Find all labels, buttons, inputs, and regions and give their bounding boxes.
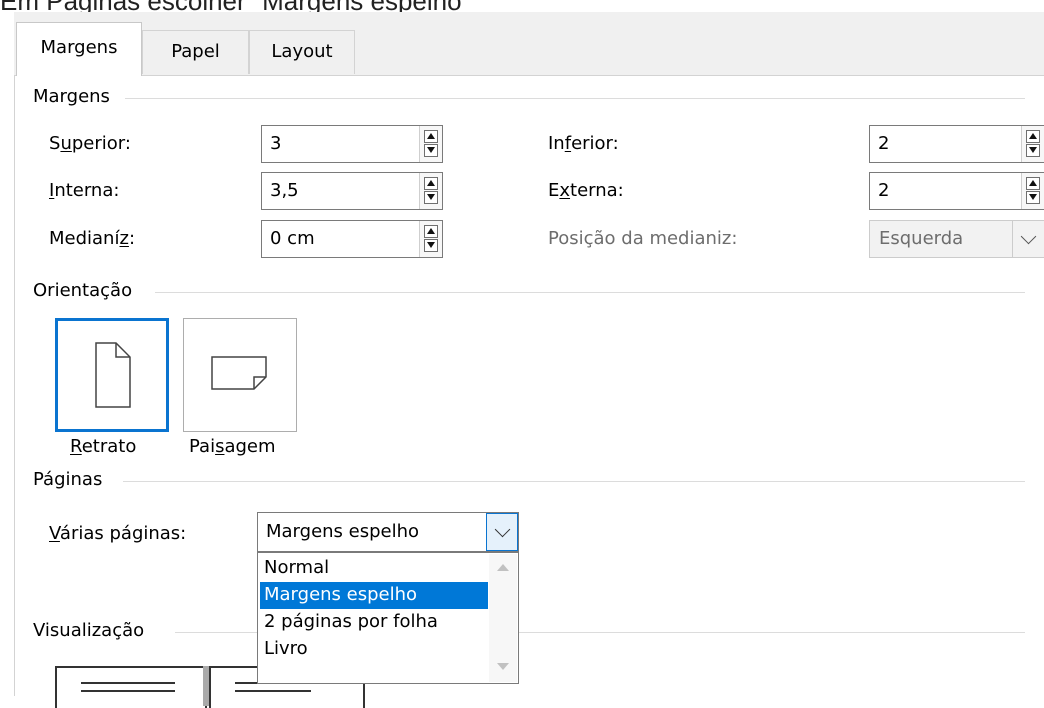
inferior-spin-buttons[interactable] [1021, 126, 1044, 162]
posicao-medianiz-label: Posição da medianiz: [548, 228, 738, 249]
externa-spin-buttons[interactable] [1021, 173, 1044, 209]
spin-up-icon[interactable] [1026, 177, 1040, 190]
option-2-paginas-por-folha[interactable]: 2 páginas por folha [260, 609, 488, 636]
preview-left-page [55, 666, 207, 708]
externa-value[interactable]: 2 [878, 180, 889, 201]
multiple-pages-selected[interactable]: Margens espelho [266, 521, 419, 542]
group-divider [125, 98, 1025, 99]
portrait-label: Retrato [70, 436, 137, 457]
list-scrollbar[interactable] [489, 554, 517, 682]
inferior-spinner[interactable]: 2 [869, 125, 1044, 163]
preview-group-title: Visualização [33, 620, 157, 641]
externa-spinner[interactable]: 2 [869, 172, 1044, 210]
scroll-down-icon[interactable] [497, 663, 509, 670]
interna-label: Interna: [49, 180, 120, 201]
pages-group-title: Páginas [33, 469, 115, 490]
superior-spin-buttons[interactable] [419, 126, 442, 162]
medianiz-spinner[interactable]: 0 cm [261, 220, 443, 258]
interna-spinner[interactable]: 3,5 [261, 172, 443, 210]
superior-spinner[interactable]: 3 [261, 125, 443, 163]
orientation-group-title: Orientação [33, 280, 145, 301]
spin-down-icon[interactable] [424, 239, 438, 252]
group-divider [155, 292, 1025, 293]
margins-panel: Margens Superior: 3 Inferior: 2 Interna:… [14, 75, 1044, 708]
tab-bar: Margens Papel Layout [14, 22, 1044, 76]
superior-label: Superior: [49, 133, 131, 154]
option-margens-espelho[interactable]: Margens espelho [260, 582, 488, 609]
spin-up-icon[interactable] [424, 225, 438, 238]
multiple-pages-dropdown[interactable]: Margens espelho [257, 512, 519, 552]
medianiz-label: Medianíz: [49, 228, 136, 249]
externa-label: Externa: [548, 180, 624, 201]
portrait-button[interactable] [55, 318, 169, 432]
multiple-pages-list[interactable]: Normal Margens espelho 2 páginas por fol… [257, 552, 519, 684]
posicao-medianiz-value: Esquerda [879, 228, 964, 249]
scroll-up-icon[interactable] [497, 564, 509, 571]
option-normal[interactable]: Normal [260, 555, 488, 582]
chevron-down-icon [1020, 228, 1037, 245]
landscape-page-icon [211, 356, 267, 390]
spin-down-icon[interactable] [1026, 191, 1040, 204]
spin-up-icon[interactable] [1026, 130, 1040, 143]
spin-down-icon[interactable] [424, 144, 438, 157]
group-divider [123, 481, 1025, 482]
inferior-value[interactable]: 2 [878, 133, 889, 154]
tab-papel[interactable]: Papel [142, 30, 249, 74]
inferior-label: Inferior: [548, 133, 619, 154]
tab-layout[interactable]: Layout [249, 30, 355, 74]
chevron-down-icon [494, 521, 511, 538]
margins-group-title: Margens [33, 86, 122, 107]
portrait-page-icon [95, 342, 131, 408]
interna-spin-buttons[interactable] [419, 173, 442, 209]
spin-down-icon[interactable] [1026, 144, 1040, 157]
multiple-pages-label: Várias páginas: [49, 523, 187, 544]
dropdown-button[interactable] [486, 513, 518, 551]
spin-up-icon[interactable] [424, 177, 438, 190]
medianiz-spin-buttons[interactable] [419, 221, 442, 257]
select-divider [1012, 221, 1013, 257]
medianiz-value[interactable]: 0 cm [270, 228, 315, 249]
landscape-button[interactable] [183, 318, 297, 432]
option-livro[interactable]: Livro [260, 636, 488, 663]
tab-margens[interactable]: Margens [16, 22, 142, 76]
posicao-medianiz-select: Esquerda [869, 220, 1044, 258]
interna-value[interactable]: 3,5 [270, 180, 299, 201]
landscape-label: Paisagem [189, 436, 276, 457]
spin-down-icon[interactable] [424, 191, 438, 204]
superior-value[interactable]: 3 [270, 133, 281, 154]
spin-up-icon[interactable] [424, 130, 438, 143]
page-setup-dialog: Margens Papel Layout Margens Superior: 3… [14, 12, 1044, 708]
